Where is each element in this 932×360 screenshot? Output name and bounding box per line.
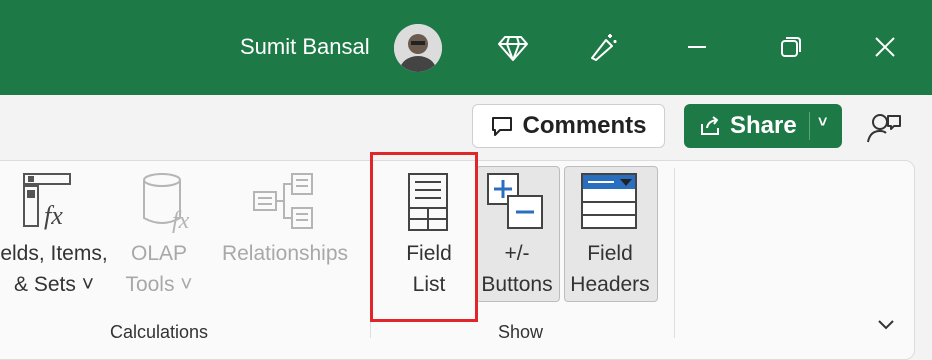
group-separator-right — [674, 168, 675, 338]
field-list-highlight-box — [370, 152, 478, 322]
field-headers-label-line2: Headers — [570, 273, 650, 296]
fields-items-label: elds, Items, — [0, 242, 108, 265]
plus-minus-buttons-icon — [487, 173, 543, 229]
share-divider — [809, 112, 810, 140]
fields-items-sets-icon: fx — [23, 173, 71, 230]
minimize-icon[interactable] — [680, 30, 714, 64]
premium-diamond-icon[interactable] — [496, 30, 530, 64]
calculations-group-label: Calculations — [110, 322, 209, 342]
olap-label: OLAP — [130, 242, 188, 265]
buttons-label: Buttons — [481, 273, 553, 296]
share-icon — [701, 116, 719, 135]
close-icon[interactable] — [868, 30, 902, 64]
field-headers-label-line1: Field — [587, 242, 633, 265]
share-label: Share — [730, 112, 797, 139]
plus-minus-label: +/- — [504, 242, 530, 265]
restore-icon[interactable] — [774, 30, 808, 64]
comments-label: Comments — [522, 112, 647, 139]
olap-tools-label: Tools ˅ — [125, 273, 193, 296]
show-group-label: Show — [498, 322, 544, 342]
comments-button[interactable]: Comments — [472, 104, 665, 148]
relationships-icon — [253, 173, 313, 229]
coauthoring-person-icon[interactable] — [864, 110, 904, 146]
fields-items-sets-button[interactable]: elds, Items, & Sets ˅ — [0, 238, 116, 300]
comment-icon — [492, 117, 513, 136]
coauthor-wand-icon[interactable] — [586, 30, 620, 64]
svg-text:fx: fx — [44, 201, 63, 230]
plus-minus-buttons-button[interactable]: +/- Buttons — [476, 238, 558, 300]
user-name[interactable]: Sumit Bansal — [240, 34, 370, 60]
relationships-label: Relationships — [221, 242, 349, 265]
olap-tools-button[interactable]: OLAP Tools ˅ — [118, 238, 200, 300]
user-avatar[interactable] — [394, 24, 442, 72]
fields-items-sets-label: & Sets ˅ — [14, 273, 94, 296]
ribbon-collapse-chevron-icon[interactable] — [874, 312, 898, 336]
share-button[interactable]: Share ˅ — [684, 104, 842, 148]
title-bar: Sumit Bansal — [0, 0, 932, 95]
field-headers-icon — [581, 173, 637, 229]
share-dropdown-chevron-icon[interactable]: ˅ — [818, 114, 827, 132]
field-headers-button[interactable]: Field Headers — [564, 238, 656, 300]
svg-text:fx: fx — [172, 208, 190, 234]
relationships-button[interactable]: Relationships — [210, 238, 360, 269]
olap-cylinder-icon: fx — [143, 173, 190, 234]
